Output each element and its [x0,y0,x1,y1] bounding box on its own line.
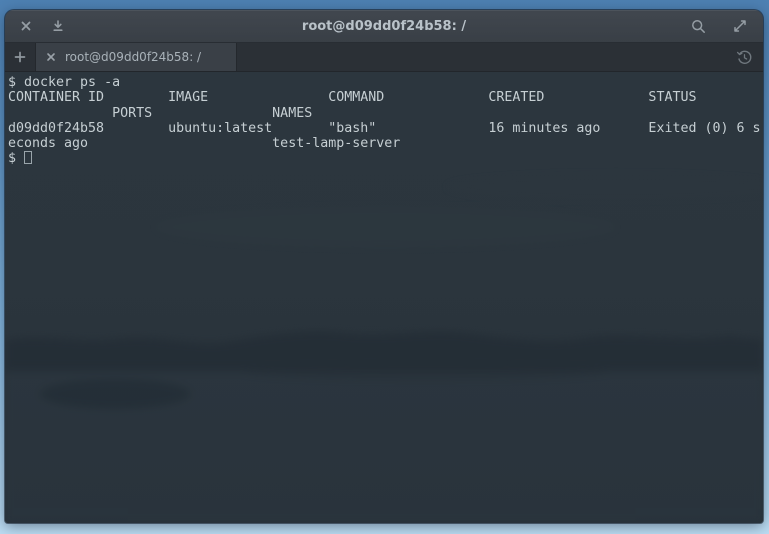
download-icon[interactable] [47,15,69,37]
window-title: root@d09dd0f24b58: / [5,10,763,42]
terminal-prompt-line: $ [8,151,763,166]
terminal-screen[interactable]: $ docker ps -a CONTAINER ID IMAGE COMMAN… [5,72,763,523]
terminal-line-command: $ docker ps -a [8,75,763,90]
plus-icon [14,51,26,63]
terminal-cursor [24,151,32,164]
terminal-line-header-2: PORTS NAMES [8,106,763,121]
terminal-window: root@d09dd0f24b58: / root [5,10,763,523]
fullscreen-expand-icon[interactable] [729,15,751,37]
tab-active[interactable]: root@d09dd0f24b58: / [36,43,237,71]
terminal-output: $ docker ps -a CONTAINER ID IMAGE COMMAN… [5,72,763,167]
close-icon[interactable] [15,15,37,37]
titlebar-right-controls [687,10,751,42]
search-icon[interactable] [687,15,709,37]
titlebar: root@d09dd0f24b58: / [5,10,763,43]
tab-close-icon[interactable] [46,52,56,62]
tabbar: root@d09dd0f24b58: / [5,43,763,72]
prompt-text: $ [8,151,24,166]
titlebar-left-controls [15,15,69,37]
terminal-line-row-2: econds ago test-lamp-server [8,136,763,151]
terminal-line-header-1: CONTAINER ID IMAGE COMMAND CREATED STATU… [8,90,763,105]
tab-title: root@d09dd0f24b58: / [65,50,201,64]
terminal-line-row-1: d09dd0f24b58 ubuntu:latest "bash" 16 min… [8,121,763,136]
history-icon[interactable] [736,43,753,71]
new-tab-button[interactable] [5,43,36,71]
